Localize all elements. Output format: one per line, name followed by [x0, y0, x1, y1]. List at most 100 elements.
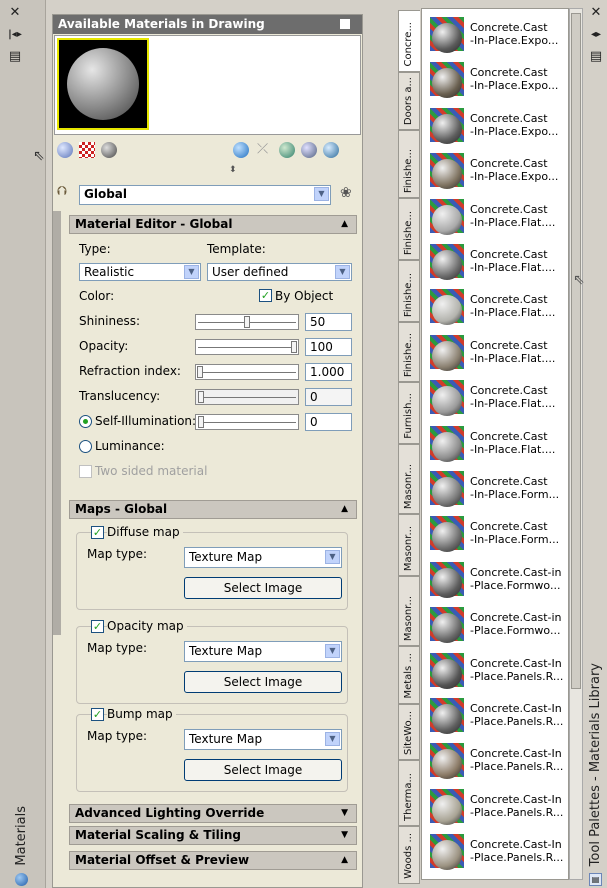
preview-lighting-icon[interactable]: [101, 142, 117, 158]
autohide-icon[interactable]: ◂▸: [589, 28, 603, 42]
tab-13[interactable]: Woods ...: [398, 826, 420, 884]
opacity-map-type-select[interactable]: Texture Map ▼: [184, 641, 342, 662]
two-sided-checkbox[interactable]: [79, 465, 92, 478]
tab-5[interactable]: Finishe...: [398, 322, 420, 382]
material-editor-header[interactable]: Material Editor - Global ▲: [69, 215, 357, 234]
remove-materials-icon[interactable]: [301, 142, 317, 158]
tab-11[interactable]: SiteWo...: [398, 704, 420, 760]
tab-2[interactable]: Finishe...: [398, 130, 420, 198]
collapse-icon[interactable]: ▲: [341, 216, 348, 233]
tab-7[interactable]: Masonr...: [398, 444, 420, 514]
material-tool-item[interactable]: Concrete.Cast-In -Place.Panels.R...: [430, 694, 565, 738]
self-illumination-radio[interactable]: [79, 415, 92, 428]
material-tool-item[interactable]: Concrete.Cast -In-Place.Form...: [430, 467, 565, 511]
scroll-thumb[interactable]: [571, 13, 581, 689]
material-selector[interactable]: Global ▼: [79, 185, 331, 205]
chevron-down-icon[interactable]: ▼: [335, 265, 350, 279]
close-icon[interactable]: ✕: [589, 6, 603, 20]
create-material-icon[interactable]: [233, 142, 249, 158]
material-tool-item[interactable]: Concrete.Cast -In-Place.Expo...: [430, 149, 565, 193]
tab-1[interactable]: Doors a...: [398, 72, 420, 130]
material-tool-item[interactable]: Concrete.Cast -In-Place.Form...: [430, 512, 565, 556]
tab-0[interactable]: Concre...: [398, 10, 420, 72]
translucency-thumb[interactable]: [198, 391, 204, 403]
translucency-slider[interactable]: [195, 389, 299, 405]
checkered-background-icon[interactable]: [79, 142, 95, 158]
purge-icon[interactable]: ⤫: [257, 141, 268, 157]
material-tool-item[interactable]: Concrete.Cast -In-Place.Expo...: [430, 104, 565, 148]
self-illumination-thumb[interactable]: [198, 416, 204, 428]
material-tool-item[interactable]: Concrete.Cast -In-Place.Flat....: [430, 285, 565, 329]
material-tool-item[interactable]: Concrete.Cast -In-Place.Expo...: [430, 58, 565, 102]
tab-12[interactable]: Therma...: [398, 760, 420, 826]
maps-header[interactable]: Maps - Global ▲: [69, 500, 357, 519]
shininess-slider[interactable]: [195, 314, 299, 330]
refraction-slider[interactable]: [195, 364, 299, 380]
splitter-icon[interactable]: ⬍: [229, 165, 237, 175]
translucency-field[interactable]: 0: [305, 388, 352, 406]
apply-to-objects-icon[interactable]: [279, 142, 295, 158]
material-tool-item[interactable]: Concrete.Cast -In-Place.Flat....: [430, 195, 565, 239]
tab-9[interactable]: Masonr...: [398, 576, 420, 646]
template-select[interactable]: User defined ▼: [207, 263, 352, 281]
bump-map-checkbox[interactable]: ✓: [91, 708, 104, 721]
maximize-icon[interactable]: [340, 19, 350, 29]
material-up-icon[interactable]: ⮉: [57, 184, 67, 199]
tool-palette-scrollbar[interactable]: [569, 8, 583, 880]
opacity-thumb[interactable]: [291, 341, 297, 353]
diffuse-map-type-select[interactable]: Texture Map ▼: [184, 547, 342, 568]
material-tool-item[interactable]: Concrete.Cast -In-Place.Flat....: [430, 240, 565, 284]
tab-6[interactable]: Furnish...: [398, 382, 420, 444]
opacity-field[interactable]: 100: [305, 338, 352, 356]
chevron-down-icon[interactable]: ▼: [325, 550, 340, 564]
opacity-select-image-button[interactable]: Select Image: [184, 671, 342, 693]
advanced-lighting-header[interactable]: Advanced Lighting Override ▼: [69, 804, 357, 823]
bump-map-type-select[interactable]: Texture Map ▼: [184, 729, 342, 750]
chevron-down-icon[interactable]: ▼: [325, 644, 340, 658]
diffuse-map-checkbox[interactable]: ✓: [91, 526, 104, 539]
shininess-field[interactable]: 50: [305, 313, 352, 331]
refraction-thumb[interactable]: [197, 366, 203, 378]
offset-preview-header[interactable]: Material Offset & Preview ▲: [69, 851, 357, 870]
collapse-icon[interactable]: ▲: [341, 852, 348, 869]
self-illumination-field[interactable]: 0: [305, 413, 352, 431]
export-to-palette-icon[interactable]: [323, 142, 339, 158]
close-icon[interactable]: ✕: [8, 6, 22, 20]
properties-icon[interactable]: ▤: [589, 50, 603, 64]
opacity-slider[interactable]: [195, 339, 299, 355]
bump-select-image-button[interactable]: Select Image: [184, 759, 342, 781]
material-tool-item[interactable]: Concrete.Cast -In-Place.Flat....: [430, 376, 565, 420]
material-tool-item[interactable]: Concrete.Cast -In-Place.Flat....: [430, 422, 565, 466]
scaling-tiling-header[interactable]: Material Scaling & Tiling ▼: [69, 826, 357, 845]
tab-10[interactable]: Metals ...: [398, 646, 420, 704]
tab-8[interactable]: Masonr...: [398, 514, 420, 576]
autohide-icon[interactable]: |◂▸: [8, 28, 22, 42]
luminance-radio[interactable]: [79, 440, 92, 453]
collapse-icon[interactable]: ▲: [341, 501, 348, 518]
chevron-down-icon[interactable]: ▼: [325, 732, 340, 746]
by-object-checkbox[interactable]: ✓: [259, 289, 272, 302]
opacity-map-checkbox[interactable]: ✓: [91, 620, 104, 633]
refraction-field[interactable]: 1.000: [305, 363, 352, 381]
expand-icon[interactable]: ▼: [341, 805, 348, 822]
swatch-geometry-icon[interactable]: [57, 142, 73, 158]
material-swatch-selected[interactable]: [57, 38, 149, 130]
expand-icon[interactable]: ▼: [341, 827, 348, 844]
scrollbar[interactable]: [53, 211, 61, 635]
chevron-down-icon[interactable]: ▼: [314, 187, 329, 201]
material-tool-item[interactable]: Concrete.Cast-In -Place.Panels.R...: [430, 649, 565, 693]
material-tool-item[interactable]: Concrete.Cast-In -Place.Panels.R...: [430, 830, 565, 874]
self-illumination-slider[interactable]: [195, 414, 299, 430]
palette-menu-icon[interactable]: ▤: [589, 873, 602, 886]
shininess-thumb[interactable]: [244, 316, 250, 328]
diffuse-select-image-button[interactable]: Select Image: [184, 577, 342, 599]
material-tool-item[interactable]: Concrete.Cast-In -Place.Panels.R...: [430, 785, 565, 829]
chevron-down-icon[interactable]: ▼: [184, 265, 199, 279]
material-tool-item[interactable]: Concrete.Cast-In -Place.Panels.R...: [430, 739, 565, 783]
material-tool-item[interactable]: Concrete.Cast -In-Place.Expo...: [430, 13, 565, 57]
material-tool-item[interactable]: Concrete.Cast-in -Place.Formwo...: [430, 603, 565, 647]
material-tool-item[interactable]: Concrete.Cast -In-Place.Flat....: [430, 331, 565, 375]
properties-icon[interactable]: ▤: [8, 50, 22, 64]
type-select[interactable]: Realistic ▼: [79, 263, 201, 281]
tab-3[interactable]: Finishe...: [398, 198, 420, 260]
